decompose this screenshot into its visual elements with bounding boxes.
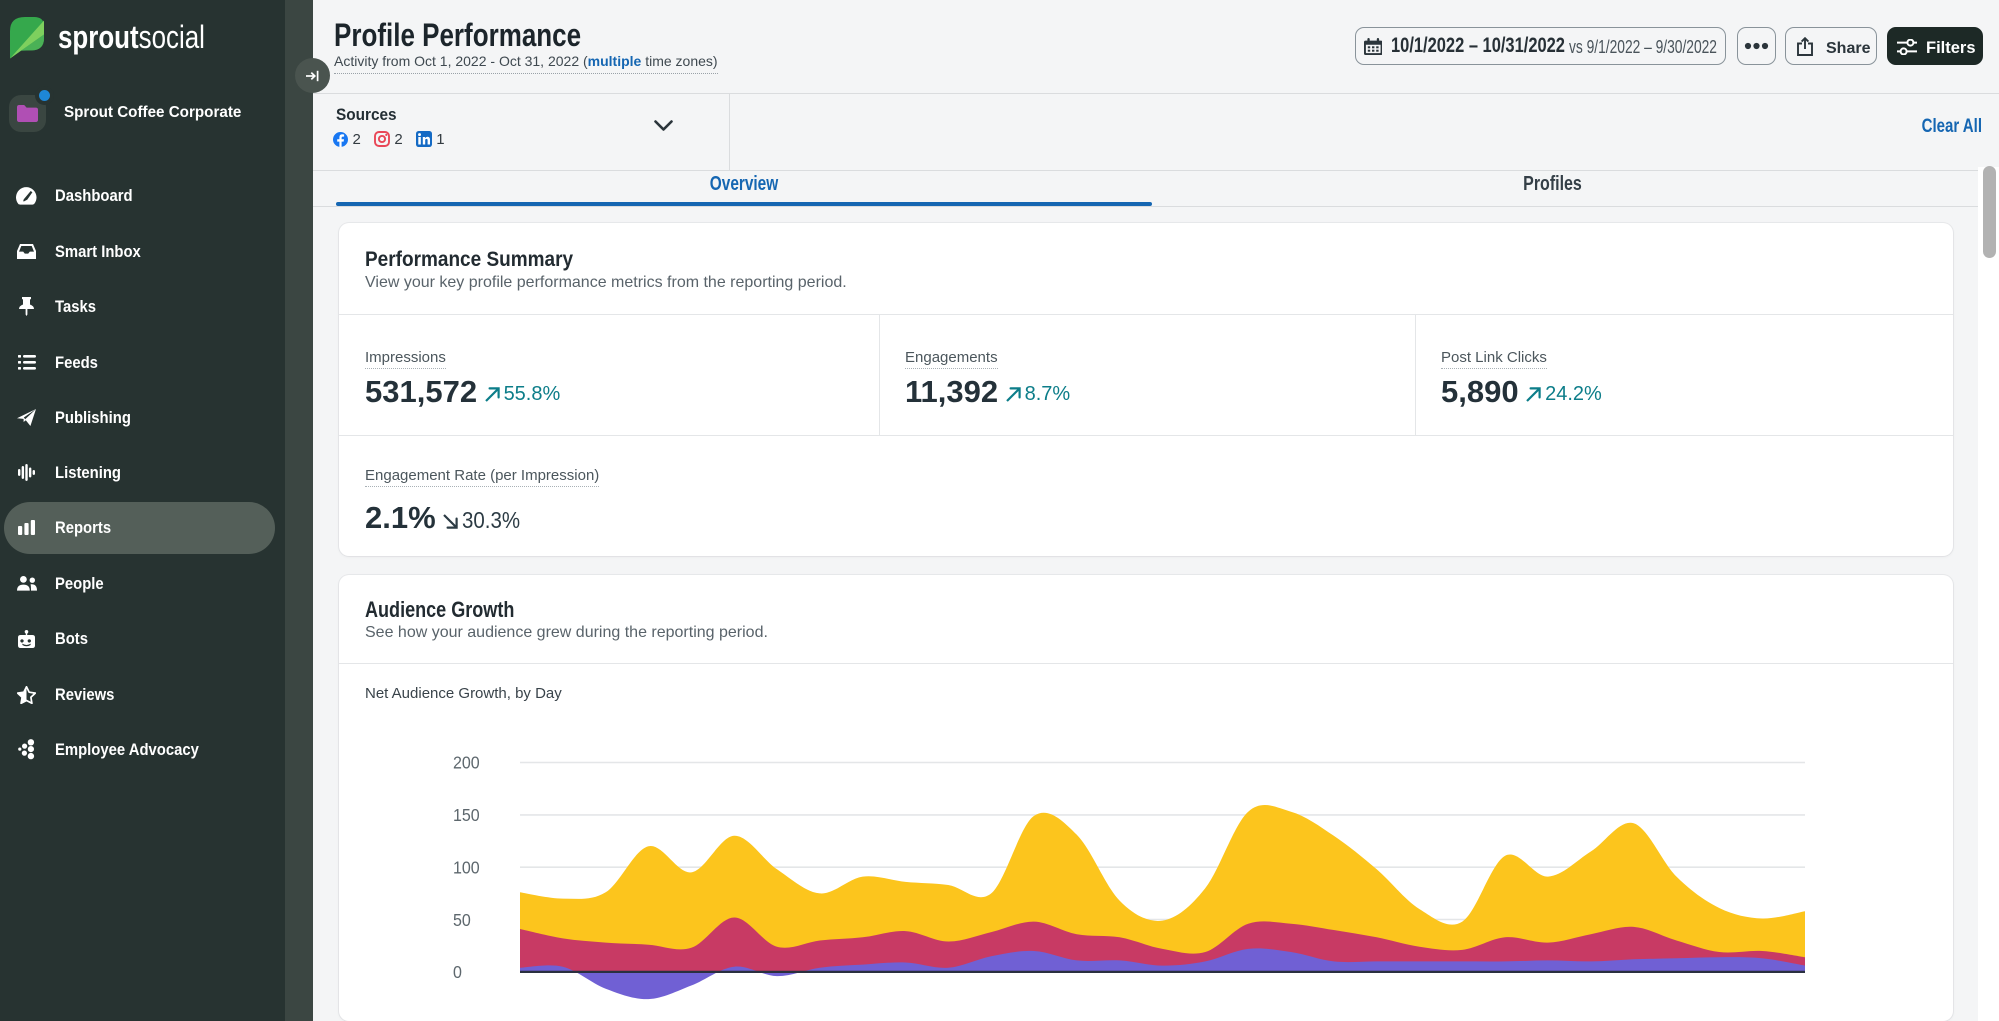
- svg-text:0: 0: [453, 962, 462, 982]
- svg-text:50: 50: [453, 910, 471, 930]
- svg-text:200: 200: [453, 753, 480, 773]
- svg-text:150: 150: [453, 805, 480, 825]
- svg-text:100: 100: [453, 858, 480, 878]
